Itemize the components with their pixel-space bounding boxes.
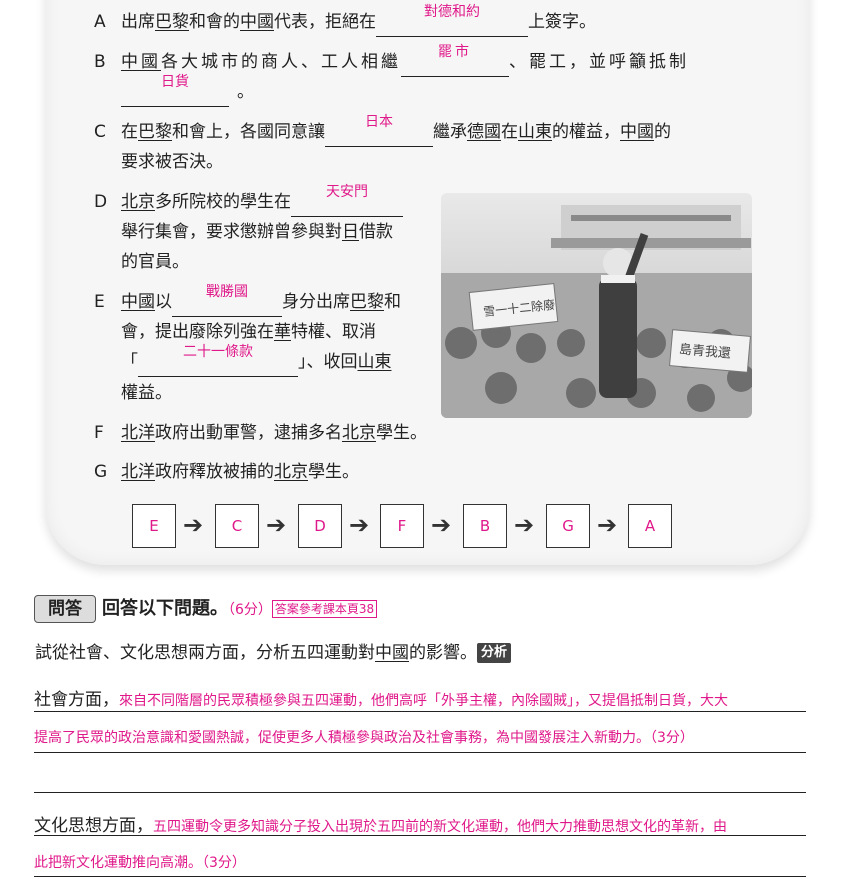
sequence-box-4[interactable]: F	[380, 504, 424, 548]
item-c: 在巴黎和會上，各國同意讓 日本 繼承德國在山東的權益，中國的	[121, 114, 671, 147]
culture-answer-line-2[interactable]: 此把新文化運動推向高潮。（3分）	[34, 852, 806, 877]
social-answer-line-1[interactable]: 社會方面，來自不同階層的民眾積極參與五四運動，他們高呼「外爭主權，內除國賊」，又…	[34, 685, 806, 712]
question-score: （6分）	[228, 602, 272, 618]
social-answer-1: 來自不同階層的民眾積極參與五四運動，他們高呼「外爭主權，內除國賊」，又提倡抵制日…	[119, 693, 728, 709]
item-d-line3: 的官員。	[121, 252, 189, 272]
sequence-box-5[interactable]: B	[463, 504, 507, 548]
item-b-letter: B	[94, 52, 106, 72]
blank-answer-line[interactable]	[34, 768, 806, 793]
question-title: 回答以下問題。（6分） 答案參考課本頁38	[102, 595, 378, 624]
arrow-icon: ➔	[514, 511, 535, 539]
item-a: 出席巴黎和會的中國代表，拒絕在 對德和約 上簽字。	[121, 4, 596, 37]
item-c-letter: C	[94, 122, 106, 142]
culture-label: 文化思想方面，	[34, 816, 153, 836]
arrow-icon: ➔	[183, 511, 204, 539]
item-f-letter: F	[94, 423, 104, 443]
item-a-blank[interactable]: 對德和約	[376, 4, 528, 37]
protest-illustration: 雪一十二除廢 島青我還	[441, 205, 752, 418]
sequence-box-1[interactable]: E	[132, 504, 176, 548]
social-label: 社會方面，	[34, 690, 119, 710]
item-b-blank-2[interactable]: 日貨	[121, 74, 229, 107]
culture-answer-1: 五四運動令更多知識分子投入出現於五四前的新文化運動，他們大力推動思想文化的革新，…	[153, 819, 727, 835]
item-c-line2: 要求被否決。	[121, 152, 223, 172]
culture-answer-line-1[interactable]: 文化思想方面，五四運動令更多知識分子投入出現於五四前的新文化運動，他們大力推動思…	[34, 811, 806, 836]
item-c-answer: 日本	[365, 114, 393, 130]
item-e-line4: 權益。	[121, 383, 172, 403]
answer-reference: 答案參考課本頁38	[271, 600, 378, 618]
item-e: 中國以 戰勝國 身分出席巴黎和	[121, 284, 401, 317]
arrow-icon: ➔	[431, 511, 452, 539]
item-e-blank-1[interactable]: 戰勝國	[172, 284, 282, 317]
item-b-line2: 日貨。	[121, 74, 254, 107]
item-e-letter: E	[94, 292, 105, 312]
item-e-blank-2[interactable]: 二十一條款	[138, 344, 298, 377]
sequence-box-6[interactable]: G	[546, 504, 590, 548]
sequence-box-2[interactable]: C	[215, 504, 259, 548]
item-d-line2: 舉行集會，要求懲辦曾參與對日借款	[121, 222, 393, 242]
question-prompt: 試從社會、文化思想兩方面，分析五四運動對中國的影響。 分析	[35, 639, 512, 667]
item-b-answer-2: 日貨	[161, 74, 189, 90]
item-d-letter: D	[94, 192, 108, 212]
item-b-blank-1[interactable]: 罷市	[401, 44, 509, 77]
item-e-answer-2: 二十一條款	[183, 344, 253, 360]
item-d-blank[interactable]: 天安門	[291, 184, 403, 217]
item-b-answer-1: 罷市	[438, 44, 472, 60]
social-answer-line-2[interactable]: 提高了民眾的政治意識和愛國熱誠，促使更多人積極參與政治及社會事務，為中國發展注入…	[34, 727, 806, 753]
item-c-blank[interactable]: 日本	[325, 114, 433, 147]
item-f: 北洋政府出動軍警，逮捕多名北京學生。	[121, 423, 427, 443]
question-tag: 問答	[34, 595, 96, 623]
item-a-answer: 對德和約	[424, 4, 480, 20]
analysis-badge: 分析	[477, 643, 512, 663]
sequence-box-3[interactable]: D	[298, 504, 342, 548]
item-e-line3: 「二十一條款 」、收回山東	[121, 344, 392, 377]
item-a-letter: A	[94, 12, 106, 32]
item-g: 北洋政府釋放被捕的北京學生。	[121, 462, 359, 482]
social-answer-2: 提高了民眾的政治意識和愛國熱誠，促使更多人積極參與政治及社會事務，為中國發展注入…	[34, 730, 694, 746]
item-e-answer-1: 戰勝國	[206, 284, 248, 300]
arrow-icon: ➔	[349, 511, 370, 539]
arrow-icon: ➔	[597, 511, 618, 539]
may-fourth-protest-photo: 雪一十二除廢 島青我還	[441, 193, 752, 418]
culture-answer-2: 此把新文化運動推向高潮。（3分）	[34, 855, 246, 871]
item-d: 北京多所院校的學生在 天安門	[121, 184, 403, 217]
item-g-letter: G	[94, 462, 108, 482]
arrow-icon: ➔	[266, 511, 287, 539]
item-d-answer: 天安門	[326, 184, 368, 200]
sequence-box-7[interactable]: A	[628, 504, 672, 548]
